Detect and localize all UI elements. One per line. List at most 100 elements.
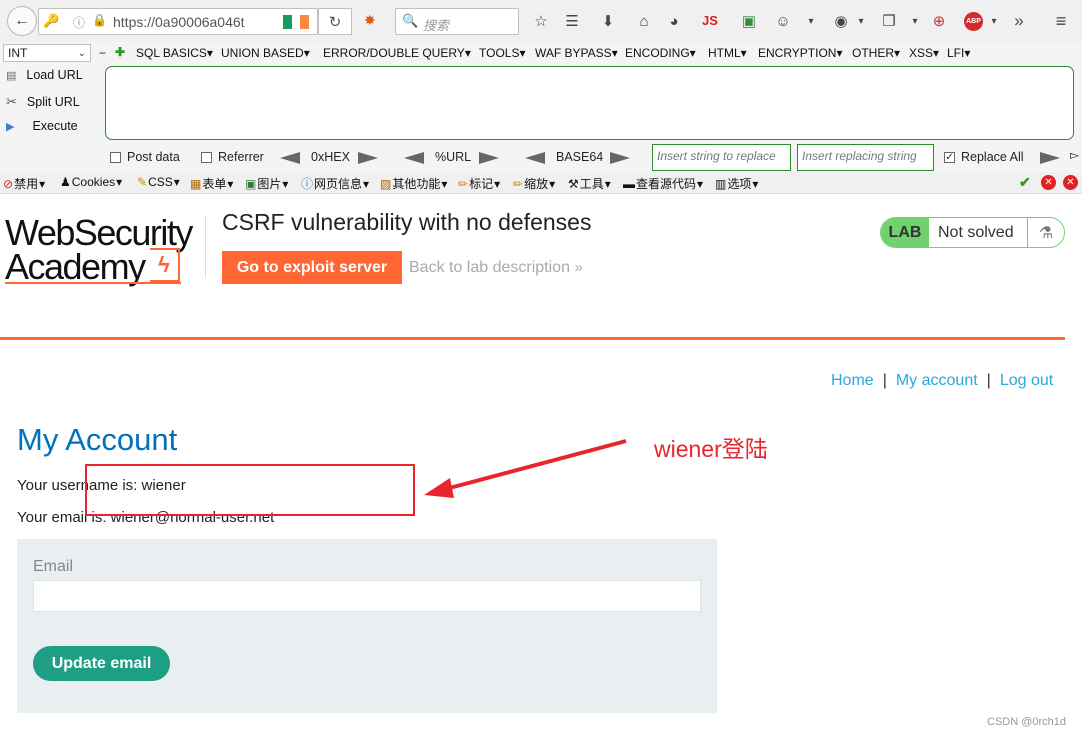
address-bar[interactable]: 🔑 ⓘ 🔒 https://0a90006a046t [38,8,318,35]
zoom-icon[interactable]: ⊕ [928,10,950,32]
post-data-check[interactable] [110,151,121,163]
home-icon[interactable]: ⌂ [633,10,655,32]
screenshot-dropdown-icon[interactable]: ▾ [904,10,926,32]
tb-options[interactable]: ▥ 选项 ▾ [715,175,758,192]
palette-icon[interactable]: ☺ [772,10,794,32]
menu-lfi[interactable]: LFI▾ [947,46,970,60]
eye-icon[interactable]: ◉ [830,10,852,32]
resize-icon: ✏ [513,176,524,191]
scroll-more-icon[interactable]: ▻ [1070,148,1079,162]
exploit-server-button[interactable]: Go to exploit server [222,251,402,284]
nav-my-account-link[interactable]: My account [896,372,978,390]
lab-status-badge: LAB Not solved ⚗ [880,217,1065,248]
url-encode-arrow-icon[interactable] [479,152,499,164]
post-data-checkbox[interactable]: Post data [110,150,180,164]
nav-home-link[interactable]: Home [831,372,874,390]
js-toggle-icon[interactable]: JS [702,13,718,28]
palette-dropdown-icon[interactable]: ▾ [800,10,822,32]
reading-list-icon[interactable]: ☰ [561,10,583,32]
options-icon: ▥ [715,176,727,191]
url-text[interactable]: https://0a90006a046t [113,14,263,30]
tb-cookies[interactable]: ♟ Cookies ▾ [60,175,122,189]
nav-log-out-link[interactable]: Log out [1000,372,1053,390]
globe-icon[interactable]: ◕ [663,10,685,32]
image-icon[interactable]: ▣ [738,10,760,32]
referrer-check[interactable] [201,151,212,163]
account-nav: Home | My account | Log out [831,372,1053,390]
hamburger-menu-icon[interactable]: ≡ [1050,10,1072,32]
update-email-button[interactable]: Update email [33,646,170,681]
bug-icon[interactable]: ✸ [364,12,376,29]
tb-misc[interactable]: ▨ 其他功能 ▾ [380,175,447,192]
nav-separator: | [882,372,887,389]
person-icon: ♟ [60,175,71,189]
load-url-button[interactable]: ▤ Load URL [6,68,83,82]
tb-resize[interactable]: ✏ 缩放 ▾ [513,175,555,192]
hex-decode-arrow-icon[interactable] [280,152,300,164]
referrer-checkbox[interactable]: Referrer [201,150,264,164]
info-icon[interactable]: ⓘ [73,14,85,31]
expand-icon[interactable]: ✚ [115,45,125,59]
base64-encode-arrow-icon[interactable] [610,152,630,164]
close-red-icon[interactable]: ✕ [1041,175,1056,190]
menu-html[interactable]: HTML▾ [708,46,747,60]
load-url-icon: ▤ [6,69,17,82]
menu-error-double-query[interactable]: ERROR/DOUBLE QUERY▾ [323,46,471,60]
replace-all-checkbox[interactable]: ✓ Replace All [944,150,1024,164]
search-placeholder: 搜索 [423,18,450,33]
tb-tools[interactable]: ⚒ 工具 ▾ [568,175,611,192]
websecurity-academy-logo[interactable]: WebSecurity Academy ϟ [5,215,193,285]
hex-encode-arrow-icon[interactable] [358,152,378,164]
menu-xss[interactable]: XSS▾ [909,46,939,60]
execute-button[interactable]: ▶ Execute [6,119,78,133]
tb-css[interactable]: ✎ CSS ▾ [137,175,180,189]
menu-other[interactable]: OTHER▾ [852,46,900,60]
url-decode-arrow-icon[interactable] [404,152,424,164]
tb-view-source[interactable]: ▬ 查看源代码 ▾ [623,175,703,192]
reload-icon: ↻ [328,13,342,31]
tb-outline[interactable]: ✏ 标记 ▾ [458,175,500,192]
eye-dropdown-icon[interactable]: ▾ [850,10,872,32]
hackbar-type-select[interactable]: INT ⌄ [3,44,91,62]
replace-all-check[interactable]: ✓ [944,151,955,163]
hackbar-url-textarea[interactable] [105,66,1074,140]
reload-button[interactable]: ↻ [318,8,352,35]
annotation-arrow-icon [424,439,627,498]
hex-label: 0xHEX [311,150,350,164]
menu-encoding[interactable]: ENCODING▾ [625,46,696,60]
bookmark-star-icon[interactable]: ☆ [530,10,552,32]
split-url-button[interactable]: ✂ Split URL [6,94,80,110]
menu-waf-bypass[interactable]: WAF BYPASS▾ [535,46,618,60]
menu-union-based[interactable]: UNION BASED▾ [221,46,310,60]
replace-go-arrow-icon[interactable] [1040,152,1060,164]
email-input[interactable] [33,580,701,612]
hackbar-menu: INT ⌄ − ✚ SQL BASICS▾ UNION BASED▾ ERROR… [0,42,1082,64]
base64-decode-arrow-icon[interactable] [525,152,545,164]
form-icon: ▦ [190,176,202,191]
logo-divider [205,216,206,278]
replacing-string-input[interactable]: Insert replacing string [797,144,934,171]
search-box[interactable]: 🔍 搜索 [395,8,519,35]
close-red-icon[interactable]: ✕ [1063,175,1078,190]
tb-disable[interactable]: ⊘ 禁用 ▾ [3,175,45,192]
screenshot-icon[interactable]: ❐ [878,10,900,32]
download-icon[interactable]: ⬇ [597,10,619,32]
back-to-lab-link[interactable]: Back to lab description » [409,259,583,277]
overflow-chevron-icon[interactable]: » [1008,10,1030,32]
adblock-dropdown-icon[interactable]: ▾ [983,10,1005,32]
adblock-icon[interactable]: ABP [964,12,983,31]
hackbar-type-value: INT [8,46,28,60]
tb-forms[interactable]: ▦ 表单 ▾ [190,175,233,192]
menu-encryption[interactable]: ENCRYPTION▾ [758,46,843,60]
watermark: CSDN @0rch1d [987,716,1067,728]
replace-string-input[interactable]: Insert string to replace [652,144,791,171]
tb-page-info[interactable]: ⓘ 网页信息 ▾ [301,175,369,192]
tb-images[interactable]: ▣ 图片 ▾ [245,175,288,192]
scissors-icon: ✂ [6,94,17,109]
back-button[interactable]: ← [7,6,37,36]
collapse-icon[interactable]: − [99,46,106,60]
check-green-icon[interactable]: ✔ [1019,174,1031,191]
menu-tools[interactable]: TOOLS▾ [479,46,526,60]
annotation-text: wiener登陆 [654,436,768,462]
menu-sql-basics[interactable]: SQL BASICS▾ [136,46,213,60]
